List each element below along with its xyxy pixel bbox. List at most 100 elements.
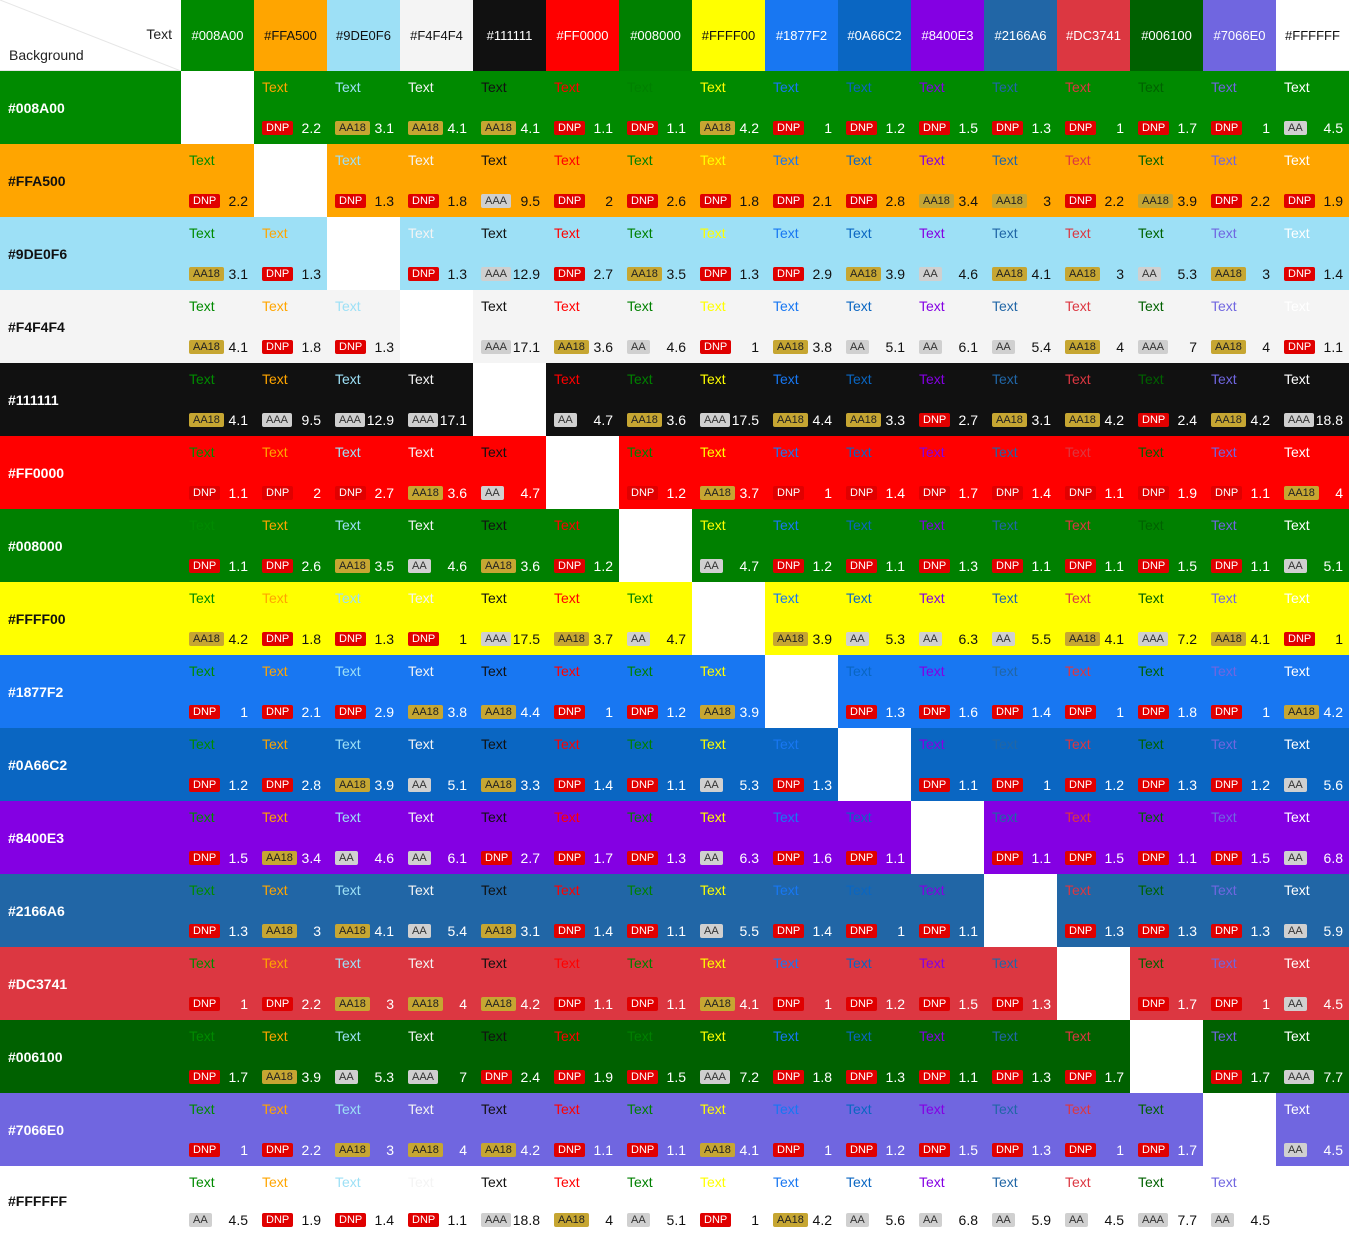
contrast-cell: Text DNP 1.8 xyxy=(254,582,327,655)
rating-badge: DNP xyxy=(1211,1070,1243,1084)
sample-text: Text xyxy=(1138,809,1164,825)
cell-footer: AA 6.1 xyxy=(919,339,978,355)
sample-text: Text xyxy=(1065,225,1091,241)
sample-text: Text xyxy=(481,298,507,314)
contrast-ratio: 4 xyxy=(1335,485,1343,501)
contrast-ratio: 4 xyxy=(1262,339,1270,355)
rating-badge: DNP xyxy=(773,121,805,135)
contrast-ratio: 4.2 xyxy=(520,996,540,1012)
contrast-cell: Text AA18 3.1 xyxy=(984,363,1057,436)
contrast-cell: Text DNP 1.7 xyxy=(1130,71,1203,144)
sample-text: Text xyxy=(554,590,580,606)
contrast-ratio: 5.4 xyxy=(447,923,467,939)
rating-badge: AA18 xyxy=(335,121,370,135)
rating-badge: DNP xyxy=(1065,705,1097,719)
contrast-cell: Text DNP 1.2 xyxy=(838,947,911,1020)
sample-text: Text xyxy=(773,1174,799,1190)
rating-badge: DNP xyxy=(1065,121,1097,135)
sample-text: Text xyxy=(627,298,653,314)
sample-text: Text xyxy=(627,152,653,168)
contrast-cell: Text AA18 3.9 xyxy=(327,728,400,801)
rating-badge: DNP xyxy=(992,1070,1024,1084)
rating-badge: DNP xyxy=(1138,851,1170,865)
contrast-cell: Text AAA 12.9 xyxy=(473,217,546,290)
contrast-ratio: 3.9 xyxy=(374,777,394,793)
cell-footer: AA18 4.2 xyxy=(773,1212,832,1228)
cell-footer: AA18 4.4 xyxy=(481,704,540,720)
contrast-cell: Text AAA 7 xyxy=(400,1020,473,1093)
contrast-cell: Text DNP 1.3 xyxy=(327,290,400,363)
cell-footer: DNP 1.5 xyxy=(189,850,248,866)
sample-text: Text xyxy=(481,663,507,679)
contrast-ratio: 1.8 xyxy=(739,193,759,209)
sample-text: Text xyxy=(554,79,580,95)
cell-footer: DNP 1.5 xyxy=(1065,850,1124,866)
contrast-cell: Text AA18 3.6 xyxy=(546,290,619,363)
cell-footer: AA 6.1 xyxy=(408,850,467,866)
sample-text: Text xyxy=(700,663,726,679)
contrast-ratio: 1.1 xyxy=(1031,850,1051,866)
sample-text: Text xyxy=(335,371,361,387)
cell-footer: DNP 1.1 xyxy=(1065,485,1124,501)
contrast-cell: Text AA 6.8 xyxy=(911,1166,984,1236)
cell-footer: AAA 9.5 xyxy=(262,412,321,428)
rating-badge: AA18 xyxy=(1211,413,1246,427)
rating-badge: DNP xyxy=(554,705,586,719)
contrast-cell: Text DNP 1.7 xyxy=(181,1020,254,1093)
sample-text: Text xyxy=(627,955,653,971)
cell-footer: DNP 1.1 xyxy=(1211,485,1270,501)
cell-footer: AA 5.5 xyxy=(992,631,1051,647)
sample-text: Text xyxy=(554,1174,580,1190)
rating-badge: AA18 xyxy=(335,997,370,1011)
contrast-ratio: 4.5 xyxy=(1323,996,1343,1012)
contrast-cell: Text DNP 2.2 xyxy=(254,947,327,1020)
cell-footer: DNP 1.2 xyxy=(846,996,905,1012)
rating-badge: AA xyxy=(1138,267,1161,281)
contrast-ratio: 1 xyxy=(751,1212,759,1228)
sample-text: Text xyxy=(262,1174,288,1190)
sample-text: Text xyxy=(846,152,872,168)
rating-badge: AA18 xyxy=(1211,340,1246,354)
rating-badge: DNP xyxy=(627,194,659,208)
sample-text: Text xyxy=(335,736,361,752)
rating-badge: AA18 xyxy=(481,705,516,719)
rating-badge: DNP xyxy=(1138,1143,1170,1157)
contrast-cell: Text AA18 3.1 xyxy=(473,874,546,947)
contrast-cell: Text DNP 1.1 xyxy=(911,728,984,801)
contrast-ratio: 1.8 xyxy=(301,339,321,355)
contrast-ratio: 1.2 xyxy=(1250,777,1270,793)
contrast-cell: Text AA18 4 xyxy=(546,1166,619,1236)
cell-footer: DNP 1 xyxy=(554,704,613,720)
sample-text: Text xyxy=(481,1101,507,1117)
contrast-cell: Text DNP 1.7 xyxy=(1057,1020,1130,1093)
cell-footer: AA 5.1 xyxy=(408,777,467,793)
sample-text: Text xyxy=(919,79,945,95)
rating-badge: DNP xyxy=(992,851,1024,865)
contrast-cell: Text AA 4.5 xyxy=(1276,71,1349,144)
contrast-ratio: 5.1 xyxy=(885,339,905,355)
cell-footer: AA18 4 xyxy=(1211,339,1270,355)
rating-badge: AA xyxy=(481,486,504,500)
contrast-cell: Text DNP 1.4 xyxy=(546,874,619,947)
sample-text: Text xyxy=(992,1101,1018,1117)
sample-text: Text xyxy=(1138,590,1164,606)
row-header: #111111 xyxy=(0,363,181,436)
rating-badge: DNP xyxy=(554,267,586,281)
rating-badge: DNP xyxy=(262,705,294,719)
cell-footer: AA18 4.4 xyxy=(773,412,832,428)
rating-badge: DNP xyxy=(627,1143,659,1157)
sample-text: Text xyxy=(773,152,799,168)
contrast-cell: Text AA 4.6 xyxy=(911,217,984,290)
contrast-ratio: 3.8 xyxy=(447,704,467,720)
contrast-cell: Text DNP 1 xyxy=(1203,655,1276,728)
contrast-ratio: 5.6 xyxy=(1323,777,1343,793)
contrast-ratio: 1.4 xyxy=(593,777,613,793)
contrast-cell: Text DNP 1.5 xyxy=(181,801,254,874)
contrast-ratio: 3 xyxy=(1116,266,1124,282)
rating-badge: AA18 xyxy=(554,632,589,646)
contrast-cell: Text DNP 1.3 xyxy=(181,874,254,947)
contrast-ratio: 4 xyxy=(459,996,467,1012)
contrast-cell: Text AAA 7.2 xyxy=(692,1020,765,1093)
contrast-ratio: 4.2 xyxy=(1104,412,1124,428)
contrast-ratio: 4.1 xyxy=(739,996,759,1012)
